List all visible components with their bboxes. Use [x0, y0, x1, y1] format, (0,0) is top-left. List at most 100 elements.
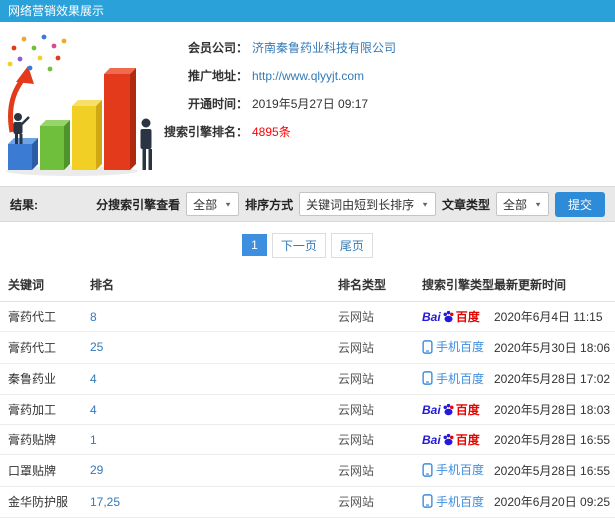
baidu-logo-text-bai: Bai [422, 432, 441, 447]
engine-filter-select[interactable]: 全部 ▼ [186, 192, 240, 216]
mobile-baidu-logo: 手机百度 [422, 461, 484, 478]
mobile-baidu-label: 手机百度 [436, 463, 485, 477]
rank-cell-text[interactable]: 8 [90, 310, 97, 324]
keyword-cell-text: 膏药加工 [8, 403, 57, 417]
table-header-row: 关键词 排名 排名类型 搜索引擎类型 最新更新时间 [0, 268, 615, 302]
updated-cell: 2020年5月28日 16:55 [486, 424, 615, 455]
keyword-cell: 膏药加工 [0, 394, 82, 425]
keyword-cell: 膏药贴牌 [0, 424, 82, 455]
rank-type-cell-text: 云网站 [338, 403, 375, 417]
rank-type-cell: 云网站 [330, 363, 414, 395]
rank-cell-text[interactable]: 1 [90, 433, 97, 447]
engine-cell: Bai 百度 [414, 394, 486, 425]
mobile-baidu-logo: 手机百度 [422, 370, 484, 387]
next-page-button[interactable]: 下一页 [271, 232, 326, 258]
submit-button[interactable]: 提交 [554, 191, 605, 217]
company-info-section: 会员公司： 济南秦鲁药业科技有限公司 推广地址： http://www.qlyyjt.… [0, 22, 615, 186]
engine-cell: 手机百度 [414, 363, 486, 395]
engine-cell: 手机百度 [414, 331, 486, 364]
baidu-paw-icon [443, 403, 454, 416]
keyword-cell-text: 秦鲁药业 [8, 372, 57, 387]
phone-icon [422, 462, 433, 477]
article-type-filter-value: 全部 [503, 197, 528, 212]
result-label: 结果: [10, 197, 38, 212]
last-page-button[interactable]: 尾页 [330, 232, 373, 258]
info-value: 2019年5月27日 09:17 [252, 97, 369, 111]
updated-cell-text: 2020年5月28日 18:03 [494, 403, 611, 417]
updated-cell-text: 2020年5月28日 17:02 [494, 372, 611, 387]
rankings-table: 关键词 排名 排名类型 搜索引擎类型 最新更新时间 膏药代工 8 云网站 Bai 百度 2020年… [0, 268, 615, 520]
engine-cell: 手机百度 [414, 486, 486, 518]
info-row: 会员公司： 济南秦鲁药业科技有限公司 [158, 38, 396, 57]
info-row: 搜索引擎排名： 4895 条 [158, 122, 396, 141]
growth-chart-illustration [0, 28, 158, 186]
info-label: 开通时间： [187, 97, 248, 111]
article-type-filter-label: 文章类型 [442, 197, 491, 212]
baidu-logo: Bai 百度 [422, 308, 480, 325]
rank-type-cell-text: 云网站 [338, 372, 375, 387]
table-row: 秦鲁药业 4 云网站 手机百度 2020年5月28日 17:02 [0, 363, 615, 395]
rank-type-cell-text: 云网站 [338, 495, 375, 510]
sort-filter-value: 关键词由短到长排序 [306, 197, 415, 212]
pagination: 1 下一页 尾页 [0, 222, 615, 268]
table-body: 膏药代工 8 云网站 Bai 百度 2020年6月4日 11:15 膏药代工 25 云网站 手机百… [0, 301, 615, 520]
keyword-cell: 膏药代工 [0, 301, 82, 332]
keyword-cell-text: 金华防护服 [8, 495, 69, 510]
info-value-link[interactable]: http://www.qlyyjt.com [252, 69, 364, 83]
rank-type-cell-text: 云网站 [338, 310, 375, 324]
rank-cell: 4 [82, 363, 330, 395]
rank-cell: 17,25 [82, 486, 330, 518]
info-row: 推广地址： http://www.qlyyjt.com [158, 66, 396, 85]
mobile-baidu-label: 手机百度 [436, 371, 485, 386]
info-row: 开通时间： 2019年5月27日 09:17 [158, 94, 396, 113]
updated-cell-text: 2020年5月28日 16:55 [494, 433, 611, 447]
rank-cell-text[interactable]: 4 [90, 372, 97, 386]
rank-type-cell: 云网站 [330, 424, 414, 455]
updated-cell: 2020年5月28日 18:03 [486, 394, 615, 425]
updated-cell: 2020年6月4日 11:15 [486, 301, 615, 332]
engine-cell: 手机百度 [414, 454, 486, 487]
table-row: 膏药加工 4 云网站 Bai 百度 2020年5月28日 18:03 [0, 394, 615, 425]
engine-cell: Bai 百度 [414, 424, 486, 455]
column-header: 最新更新时间 [486, 268, 615, 302]
updated-cell: 2020年5月30日 18:06 [486, 331, 615, 364]
filter-controls: 分搜索引擎查看 全部 ▼ 排序方式 关键词由短到长排序 ▼ 文章类型 全部 ▼ … [96, 191, 605, 217]
company-info: 会员公司： 济南秦鲁药业科技有限公司 推广地址： http://www.qlyyjt.… [158, 28, 396, 186]
page-1-button[interactable]: 1 [242, 234, 267, 256]
chevron-down-icon: ▼ [534, 200, 542, 208]
info-value-suffix: 条 [278, 125, 291, 139]
updated-cell: 2020年6月20日 09:25 [486, 486, 615, 518]
keyword-cell-text: 口罩贴牌 [8, 463, 57, 478]
phone-icon [422, 339, 433, 354]
rank-type-cell-text: 云网站 [338, 463, 375, 478]
rank-cell: 29 [82, 454, 330, 487]
column-header: 关键词 [0, 268, 82, 302]
rank-type-cell: 云网站 [330, 394, 414, 425]
baidu-logo: Bai 百度 [422, 431, 480, 448]
filter-bar: 结果: 分搜索引擎查看 全部 ▼ 排序方式 关键词由短到长排序 ▼ 文章类型 全… [0, 186, 615, 222]
rank-type-cell: 云网站 [330, 454, 414, 487]
confetti-dots [7, 34, 67, 72]
keyword-cell-text: 膏药贴牌 [8, 433, 57, 447]
mobile-baidu-label: 手机百度 [436, 494, 485, 509]
updated-cell-text: 2020年6月4日 11:15 [494, 310, 603, 324]
sort-filter-select[interactable]: 关键词由短到长排序 ▼ [299, 192, 437, 216]
info-value-link[interactable]: 济南秦鲁药业科技有限公司 [252, 39, 396, 56]
mobile-baidu-logo: 手机百度 [422, 493, 484, 510]
table-row: 膏药代工 8 云网站 Bai 百度 2020年6月4日 11:15 [0, 301, 615, 332]
mobile-baidu-logo: 手机百度 [422, 338, 484, 355]
growth-chart-image [6, 34, 152, 176]
table-row: 膏药代工 25 云网站 手机百度 2020年5月30日 18:06 [0, 331, 615, 364]
rank-cell-text[interactable]: 17,25 [90, 495, 120, 509]
article-type-filter-select[interactable]: 全部 ▼ [496, 192, 549, 216]
info-value: 4895 [252, 124, 279, 139]
page-header: 网络营销效果展示 [0, 0, 615, 22]
table-row: 膏药贴牌 1 云网站 Bai 百度 2020年5月28日 16:55 [0, 424, 615, 455]
rank-cell-text[interactable]: 25 [90, 340, 103, 354]
phone-icon [422, 371, 433, 385]
chevron-down-icon: ▼ [224, 200, 233, 208]
rank-cell-text[interactable]: 29 [90, 463, 103, 477]
rank-cell: 1 [82, 424, 330, 455]
rank-cell-text[interactable]: 4 [90, 403, 97, 417]
rank-cell: 25 [82, 331, 330, 364]
